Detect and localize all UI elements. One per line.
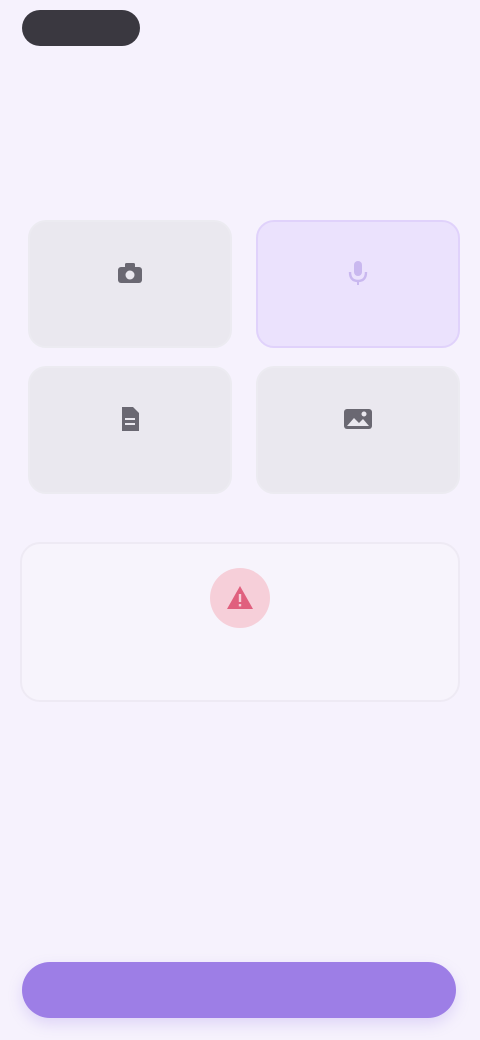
- image-icon: [341, 402, 375, 436]
- camera-icon: [113, 256, 147, 290]
- warning-icon: [210, 568, 270, 628]
- option-card-2[interactable]: [256, 220, 460, 348]
- app-screen: [0, 0, 480, 1040]
- notice-card: [20, 542, 460, 702]
- document-icon: [113, 402, 147, 436]
- status-pill: [22, 10, 140, 46]
- primary-button[interactable]: [22, 962, 456, 1018]
- option-card-4[interactable]: [256, 366, 460, 494]
- option-card-3[interactable]: [28, 366, 232, 494]
- option-card-1[interactable]: [28, 220, 232, 348]
- option-grid: [28, 220, 460, 494]
- microphone-icon: [341, 256, 375, 290]
